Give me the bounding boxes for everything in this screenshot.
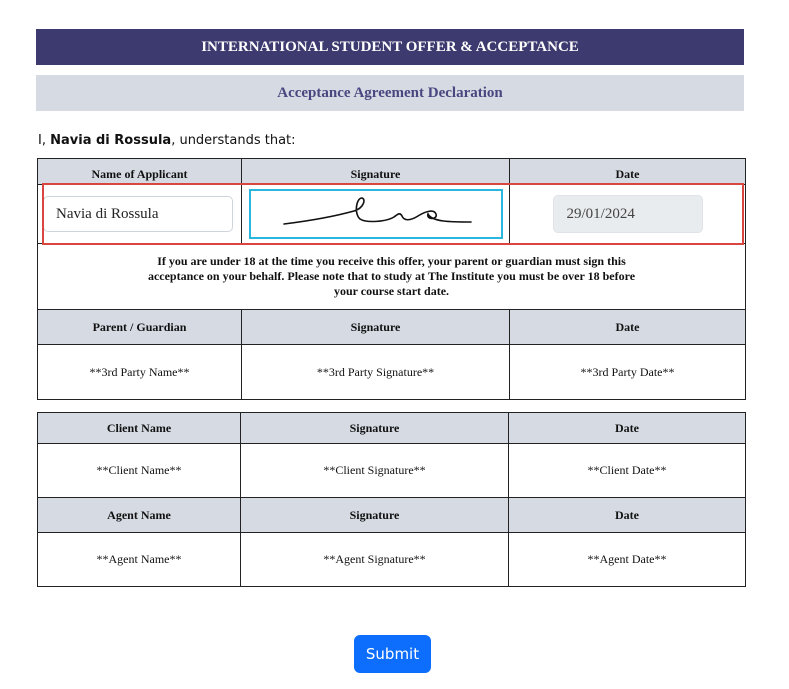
client-name-value: **Client Name** [37, 443, 241, 498]
submit-button[interactable]: Submit [354, 635, 431, 673]
guardian-name-value: **3rd Party Name** [37, 344, 242, 400]
agent-name-value: **Agent Name** [37, 532, 241, 587]
under-18-notice-text: If you are under 18 at the time you rece… [147, 254, 636, 298]
applicant-table: Name of Applicant Signature Date Navia d… [37, 158, 746, 400]
applicant-name-cell: Navia di Rossula [37, 184, 242, 244]
handwritten-signature-icon [282, 197, 472, 225]
applicant-signature-cell [241, 184, 510, 244]
header-signature: Signature [241, 158, 510, 185]
header-guardian-date: Date [509, 309, 746, 345]
intro-statement: I, Navia di Rossula, understands that: [38, 133, 296, 148]
applicant-name-input[interactable]: Navia di Rossula [43, 196, 233, 232]
header-parent-guardian: Parent / Guardian [37, 309, 242, 345]
guardian-signature-value: **3rd Party Signature** [241, 344, 510, 400]
header-date: Date [509, 158, 746, 185]
agent-signature-value: **Agent Signature** [240, 532, 509, 587]
guardian-date-value: **3rd Party Date** [509, 344, 746, 400]
applicant-date-cell: 29/01/2024 [509, 184, 746, 244]
client-signature-value: **Client Signature** [240, 443, 509, 498]
intro-prefix: I, [38, 133, 51, 148]
applicant-date-input[interactable]: 29/01/2024 [552, 195, 703, 233]
client-agent-table: Client Name Signature Date **Client Name… [37, 412, 746, 587]
signature-pad[interactable] [248, 189, 503, 239]
header-agent-name: Agent Name [37, 497, 241, 533]
header-client-date: Date [508, 412, 746, 444]
header-client-signature: Signature [240, 412, 509, 444]
header-client-name: Client Name [37, 412, 241, 444]
header-guardian-signature: Signature [241, 309, 510, 345]
under-18-notice: If you are under 18 at the time you rece… [37, 243, 746, 310]
intro-suffix: , understands that: [171, 133, 296, 148]
header-name-of-applicant: Name of Applicant [37, 158, 242, 185]
header-agent-signature: Signature [240, 497, 509, 533]
client-date-value: **Client Date** [508, 443, 746, 498]
agent-date-value: **Agent Date** [508, 532, 746, 587]
intro-applicant-name: Navia di Rossula [50, 133, 172, 148]
section-subtitle: Acceptance Agreement Declaration [36, 75, 744, 111]
page-title: INTERNATIONAL STUDENT OFFER & ACCEPTANCE [36, 29, 744, 65]
header-agent-date: Date [508, 497, 746, 533]
